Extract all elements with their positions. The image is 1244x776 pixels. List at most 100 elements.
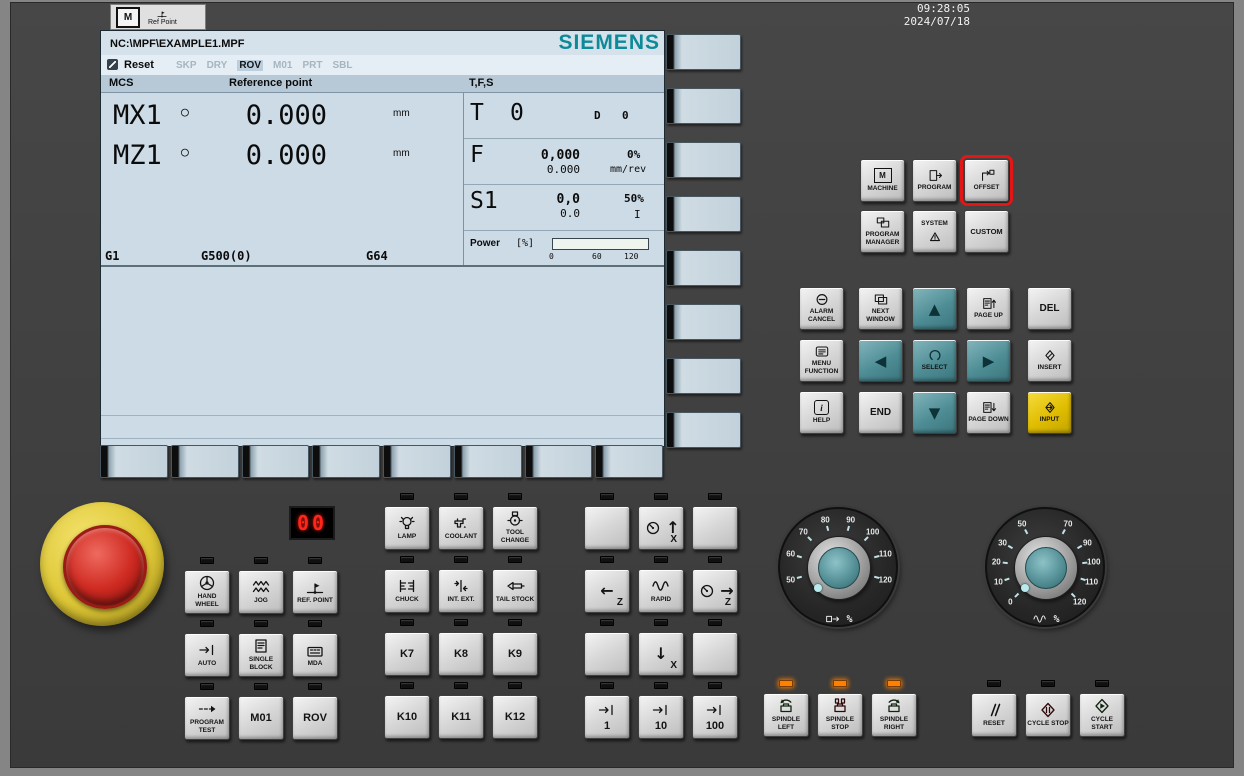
- auto-key[interactable]: AUTO: [184, 633, 230, 677]
- lamp-key[interactable]: LAMP: [384, 506, 430, 550]
- tail-stock-key[interactable]: TAIL STOCK: [492, 569, 538, 613]
- k12-key[interactable]: K12: [492, 695, 538, 739]
- blank-key-4[interactable]: [692, 632, 738, 676]
- inc-10-key[interactable]: 10: [638, 695, 684, 739]
- dial-scale-label: 100: [1087, 557, 1100, 566]
- blank-key-2[interactable]: [692, 506, 738, 550]
- blank-key-3[interactable]: [584, 632, 630, 676]
- axis-minus-x-key[interactable]: ↓ X: [638, 632, 684, 676]
- program-manager-icon: [874, 216, 892, 229]
- power-bar: [552, 238, 649, 250]
- program-manager-key[interactable]: PROGRAM MANAGER: [860, 210, 905, 253]
- softkey-h6[interactable]: [454, 445, 522, 478]
- int-ext-key[interactable]: INT. EXT.: [438, 569, 484, 613]
- program-key[interactable]: PROGRAM: [912, 159, 957, 202]
- page-down-key[interactable]: PAGE DOWN: [966, 391, 1011, 434]
- inc-1-key[interactable]: 1: [584, 695, 630, 739]
- softkey-h8[interactable]: [595, 445, 663, 478]
- cycle-start-led: [1095, 680, 1109, 687]
- axis-minus-z-key[interactable]: ← Z: [584, 569, 630, 613]
- emergency-stop-button[interactable]: [63, 525, 147, 609]
- cycle-stop-led: [1041, 680, 1055, 687]
- input-key[interactable]: INPUT: [1027, 391, 1072, 434]
- axis-plus-z-key[interactable]: → Z: [692, 569, 738, 613]
- spindle-override-knob[interactable]: [1014, 536, 1078, 600]
- int-ext-icon: [450, 578, 472, 594]
- system-alarm-key[interactable]: SYSTEM: [912, 210, 957, 253]
- k9-key[interactable]: K9: [492, 632, 538, 676]
- program-test-key[interactable]: PROGRAM TEST: [184, 696, 230, 740]
- select-key[interactable]: SELECT: [912, 339, 957, 382]
- custom-key[interactable]: CUSTOM: [964, 210, 1009, 253]
- k8-key[interactable]: K8: [438, 632, 484, 676]
- machine-icon: M: [874, 168, 892, 183]
- cursor-right-key[interactable]: ▶: [966, 339, 1011, 382]
- chuck-key[interactable]: CHUCK: [384, 569, 430, 613]
- k7-key[interactable]: K7: [384, 632, 430, 676]
- int-ext-led: [454, 556, 468, 563]
- softkey-v3[interactable]: [666, 142, 741, 178]
- softkey-v8[interactable]: [666, 412, 741, 448]
- mcs-header: MCS: [109, 77, 133, 89]
- cursor-up-key[interactable]: ▲: [912, 287, 957, 330]
- blank-key-1[interactable]: [584, 506, 630, 550]
- nav-row-1: ALARM CANCEL NEXT WINDOW ▲ PAGE UP DEL: [799, 287, 1072, 330]
- softkey-h7[interactable]: [525, 445, 593, 478]
- gcode-g64: G64: [366, 249, 388, 263]
- next-window-key[interactable]: NEXT WINDOW: [858, 287, 903, 330]
- menu-function-key[interactable]: MENU FUNCTION: [799, 339, 844, 382]
- jog-key[interactable]: JOG: [238, 570, 284, 614]
- feed-override-knob[interactable]: [807, 536, 871, 600]
- cursor-down-key[interactable]: ▼: [912, 391, 957, 434]
- hand-wheel-key[interactable]: HAND WHEEL: [184, 570, 230, 614]
- rov-key[interactable]: ROV: [292, 696, 338, 740]
- cycle-stop-key[interactable]: CYCLE STOP: [1025, 693, 1071, 737]
- spindle-left-key[interactable]: SPINDLE LEFT: [763, 693, 809, 737]
- axis-key-grid: ↑ X ← Z RAPID → Z ↓ X 1 10 1: [584, 493, 738, 739]
- offset-key[interactable]: OFFSET: [964, 159, 1009, 202]
- ref-point-key[interactable]: REF. POINT: [292, 570, 338, 614]
- divider: [464, 138, 664, 139]
- auto-icon: [196, 642, 218, 658]
- end-key[interactable]: END: [858, 391, 903, 434]
- coolant-key[interactable]: COOLANT: [438, 506, 484, 550]
- tool-change-key[interactable]: TOOL CHANGE: [492, 506, 538, 550]
- softkey-h2[interactable]: [171, 445, 239, 478]
- cycle-start-key[interactable]: CYCLE START: [1079, 693, 1125, 737]
- softkey-h3[interactable]: [242, 445, 310, 478]
- spindle-right-key[interactable]: SPINDLE RIGHT: [871, 693, 917, 737]
- mode-badge-label: Ref Point: [148, 19, 177, 26]
- spindle-stop-key[interactable]: SPINDLE STOP: [817, 693, 863, 737]
- cursor-left-key[interactable]: ◀: [858, 339, 903, 382]
- k11-key[interactable]: K11: [438, 695, 484, 739]
- page-down-icon: [980, 401, 998, 414]
- axis-plus-x-key[interactable]: ↑ X: [638, 506, 684, 550]
- reset-key[interactable]: RESET: [971, 693, 1017, 737]
- softkey-h5[interactable]: [383, 445, 451, 478]
- softkey-v2[interactable]: [666, 88, 741, 124]
- dial-scale-label: 20: [992, 557, 1001, 566]
- softkey-h1[interactable]: [100, 445, 168, 478]
- machine-key[interactable]: M MACHINE: [860, 159, 905, 202]
- softkey-v6[interactable]: [666, 304, 741, 340]
- rapid-key[interactable]: RAPID: [638, 569, 684, 613]
- insert-key[interactable]: INSERT: [1027, 339, 1072, 382]
- single-block-key[interactable]: SINGLE BLOCK: [238, 633, 284, 677]
- softkey-v1[interactable]: [666, 34, 741, 70]
- m01-key[interactable]: M01: [238, 696, 284, 740]
- spindle-right-icon: [883, 698, 905, 714]
- softkey-v7[interactable]: [666, 358, 741, 394]
- inc-100-key[interactable]: 100: [692, 695, 738, 739]
- nav-row-3: i HELP END ▼ PAGE DOWN INPUT: [799, 391, 1072, 434]
- del-key[interactable]: DEL: [1027, 287, 1072, 330]
- softkey-v4[interactable]: [666, 196, 741, 232]
- page-up-key[interactable]: PAGE UP: [966, 287, 1011, 330]
- k10-key[interactable]: K10: [384, 695, 430, 739]
- softkey-v5[interactable]: [666, 250, 741, 286]
- dial-scale-label: 30: [998, 538, 1007, 547]
- mda-key[interactable]: MDA: [292, 633, 338, 677]
- help-key[interactable]: i HELP: [799, 391, 844, 434]
- softkey-h4[interactable]: [312, 445, 380, 478]
- alarm-cancel-key[interactable]: ALARM CANCEL: [799, 287, 844, 330]
- blank-led: [600, 619, 614, 626]
